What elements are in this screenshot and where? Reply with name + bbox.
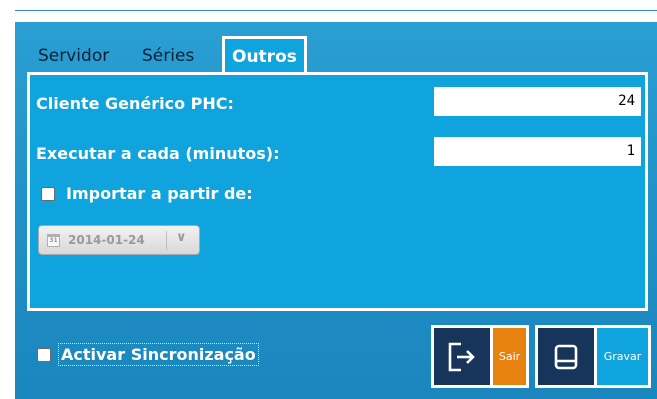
calendar-icon: 31: [47, 234, 60, 247]
executar-cada-label: Executar a cada (minutos):: [36, 144, 280, 163]
date-picker[interactable]: 31 2014-01-24 ∨: [38, 225, 200, 255]
chevron-down-icon[interactable]: ∨: [176, 230, 187, 245]
save-icon: [538, 328, 594, 385]
tab-outros[interactable]: Outros: [222, 36, 307, 74]
sair-label: Sair: [493, 328, 526, 385]
sync-label[interactable]: Activar Sincronização: [58, 343, 259, 366]
date-separator: [166, 231, 167, 250]
executar-cada-input[interactable]: 1: [434, 137, 641, 166]
cliente-generico-input[interactable]: 24: [434, 87, 641, 116]
gravar-button[interactable]: Gravar: [535, 325, 651, 388]
exit-icon: [434, 328, 490, 385]
gravar-label: Gravar: [597, 328, 648, 385]
date-value: 2014-01-24: [68, 233, 145, 247]
importar-label[interactable]: Importar a partir de:: [66, 184, 253, 203]
cliente-generico-label: Cliente Genérico PHC:: [36, 94, 234, 113]
importar-checkbox[interactable]: [41, 187, 55, 201]
calendar-day: 31: [49, 237, 58, 244]
sair-button[interactable]: Sair: [431, 325, 529, 388]
tab-servidor[interactable]: Servidor: [38, 36, 109, 72]
tab-series[interactable]: Séries: [142, 36, 194, 72]
top-divider: [15, 10, 657, 11]
sync-checkbox[interactable]: [37, 348, 51, 362]
